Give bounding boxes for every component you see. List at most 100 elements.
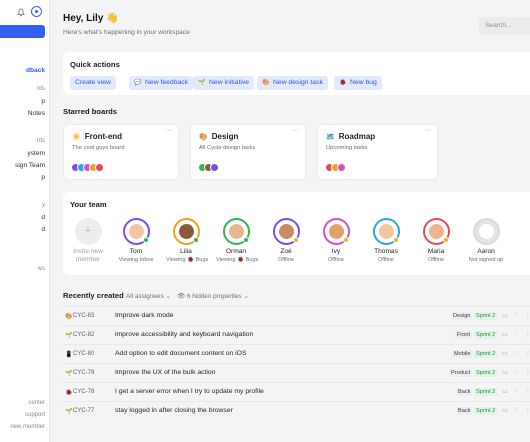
sidebar-item-feedback[interactable]: dback (26, 67, 45, 74)
table-row[interactable]: 🌱 CYC-77 stay logged in after closing th… (63, 401, 530, 420)
new-bug-button[interactable]: 🐞 New bug (334, 76, 382, 90)
board-card-front-end[interactable]: ☀️ Front-end The cool guys board ··· (63, 124, 179, 180)
mobile-icon: 📱 (65, 352, 73, 358)
member-name: Tom (129, 248, 143, 255)
team-member-thomas[interactable]: Thomas Offline (366, 218, 406, 263)
table-row[interactable]: 🌱 CYC-79 Improve the UX of the bulk acti… (63, 363, 530, 382)
issue-label[interactable]: Back (456, 388, 473, 396)
member-status: Offline (377, 257, 395, 263)
invite-member-button[interactable]: + Invite new member (68, 218, 108, 264)
sidebar-item-notes[interactable]: Notes (28, 110, 45, 117)
search-input[interactable]: Search... (479, 17, 530, 35)
comment-icon[interactable]: ▭ (502, 407, 508, 414)
more-icon[interactable]: ⋮ (525, 331, 530, 338)
more-icon[interactable]: ⋮ (525, 350, 530, 357)
status-dot (342, 237, 349, 243)
comment-icon[interactable]: ▭ (502, 331, 508, 338)
initiative-icon: 🌱 (65, 371, 73, 377)
link-icon[interactable]: ◌ (515, 312, 519, 318)
more-icon[interactable]: ··· (292, 127, 299, 134)
sidebar-item-d1[interactable]: d (41, 214, 45, 221)
link-icon[interactable]: ◌ (515, 369, 519, 375)
bell-icon[interactable] (17, 8, 27, 18)
board-card-design[interactable]: 🎨 Design All Cycle design tasks ··· (190, 124, 306, 180)
initiative-icon: 🌱 (65, 409, 73, 415)
hidden-properties-toggle[interactable]: 👁 6 hidden properties ⌄ (177, 292, 249, 300)
comment-icon[interactable]: ▭ (502, 388, 508, 395)
sidebar-item-support[interactable]: support (25, 412, 45, 418)
avatar (322, 218, 350, 245)
issue-label[interactable]: Mobile (452, 350, 473, 358)
palette-icon: 🎨 (199, 134, 208, 141)
new-initiative-button[interactable]: 🌱 New initiative (193, 76, 255, 90)
more-icon[interactable]: ⋮ (525, 369, 530, 376)
invite-avatar: + (74, 218, 102, 245)
table-row[interactable]: 🌱 CYC-82 improve accessibility and keybo… (63, 325, 530, 344)
issue-label[interactable]: Front (455, 331, 473, 339)
sidebar-item-invite-member[interactable]: new member (10, 424, 45, 430)
more-icon[interactable]: ⋮ (525, 407, 530, 414)
more-icon[interactable]: ··· (165, 127, 172, 134)
link-icon[interactable]: ◌ (515, 388, 519, 394)
issue-id: CYC-77 (73, 408, 95, 414)
new-bug-label: New bug (350, 79, 377, 86)
sidebar: dback rds p Notes rds ystem sign Team p … (0, 0, 50, 442)
board-avatars (325, 163, 346, 173)
new-design-task-button[interactable]: 🎨 New design task (257, 76, 328, 90)
assignee-filter[interactable]: All assignees ⌄ (126, 292, 171, 300)
sprint-badge[interactable]: Sprint 2 (474, 388, 498, 396)
table-row[interactable]: 📱 CYC-80 Add option to edit document con… (63, 344, 530, 363)
team-member-zoe[interactable]: Zoé Offline (266, 218, 306, 263)
sprint-badge[interactable]: Sprint 2 (474, 312, 498, 320)
sidebar-item-map[interactable]: p (41, 98, 45, 105)
comment-icon[interactable]: ▭ (502, 369, 508, 376)
issue-label[interactable]: Back (456, 407, 473, 415)
link-icon[interactable]: ◌ (515, 350, 519, 356)
more-icon[interactable]: ⋮ (525, 312, 530, 319)
sprint-badge[interactable]: Sprint 2 (474, 350, 498, 358)
primary-action-button[interactable] (0, 25, 45, 38)
create-view-button[interactable]: Create view (70, 76, 116, 90)
status-dot (142, 237, 149, 243)
link-icon[interactable]: ◌ (515, 331, 519, 337)
issue-id: CYC-78 (73, 389, 95, 395)
sidebar-item-help-center[interactable]: center (28, 400, 45, 406)
new-feedback-button[interactable]: 💬 New feedback (129, 76, 194, 90)
comment-icon[interactable]: ▭ (502, 312, 508, 319)
sidebar-item-design-system[interactable]: ystem (27, 150, 45, 157)
more-icon[interactable]: ··· (424, 127, 431, 134)
table-row[interactable]: 🐞 CYC-78 I get a server error when I try… (63, 382, 530, 401)
team-member-maria[interactable]: Maria Offline (416, 218, 456, 263)
page-subtitle: Here's what's happening in your workspac… (63, 29, 190, 36)
sidebar-item-views[interactable]: ws (38, 266, 45, 272)
team-member-tom[interactable]: Tom Viewing Inbox (116, 218, 156, 263)
issue-title: I get a server error when I try to updat… (115, 388, 264, 395)
link-icon[interactable]: ◌ (515, 407, 519, 413)
team-member-lilia[interactable]: Lilia Viewing 🐞 Bugs (166, 218, 208, 263)
sidebar-section-boards: rds (36, 86, 45, 92)
member-name: Orman (225, 248, 247, 255)
sprint-badge[interactable]: Sprint 2 (474, 331, 498, 339)
sprint-badge[interactable]: Sprint 2 (474, 369, 498, 377)
team-member-ivy[interactable]: Ivy Offline (316, 218, 356, 263)
member-name: Invite new member (73, 248, 103, 263)
issue-label[interactable]: Design (451, 312, 473, 320)
table-row[interactable]: 🎨 CYC-83 Improve dark mode Design Sprint… (63, 306, 530, 325)
board-name: 🎨 Design (199, 132, 239, 141)
member-status: Offline (327, 257, 345, 263)
sidebar-item-d2[interactable]: d (41, 226, 45, 233)
bug-icon: 🐞 (339, 80, 347, 86)
avatar (422, 218, 450, 245)
member-name: Maria (427, 248, 445, 255)
sidebar-item-design-team[interactable]: sign Team (15, 162, 45, 169)
team-member-aaron[interactable]: Aaron Not signed up (466, 218, 506, 263)
team-member-orman[interactable]: Orman Viewing 🐞 Bugs (216, 218, 258, 263)
comment-icon[interactable]: ▭ (502, 350, 508, 357)
sprint-badge[interactable]: Sprint 2 (474, 407, 498, 415)
user-avatar[interactable] (31, 6, 42, 17)
sidebar-item-p[interactable]: p (41, 174, 45, 181)
board-card-roadmap[interactable]: 🗺️ Roadmap Upcoming tasks ··· (317, 124, 438, 180)
more-icon[interactable]: ⋮ (525, 388, 530, 395)
issue-label[interactable]: Product (449, 369, 473, 377)
quick-actions-card: Quick actions Create view 💬 New feedback … (63, 52, 530, 95)
